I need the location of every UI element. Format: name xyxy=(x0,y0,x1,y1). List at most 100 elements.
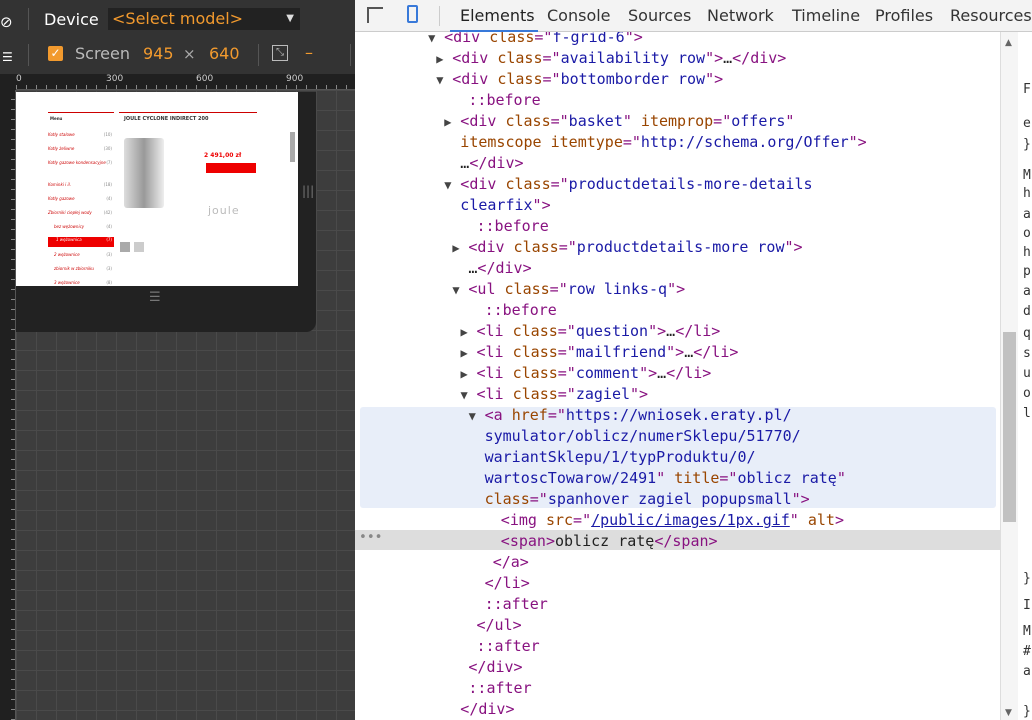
menu-item[interactable]: (30) Kotły żeliwne xyxy=(48,146,114,156)
more-icon[interactable]: ••• xyxy=(359,530,382,545)
tab-console[interactable]: Console xyxy=(547,6,611,25)
menu-item[interactable]: (3) 2 wężownice xyxy=(54,252,114,262)
ruler-tick: 0 xyxy=(16,74,22,84)
dom-node-line[interactable]: ▼ <li class="zagiel"> xyxy=(461,384,649,405)
dom-token: itemprop xyxy=(640,112,714,130)
ruler-tick: 600 xyxy=(196,74,214,84)
resize-handle-icon[interactable]: ☰ xyxy=(149,290,161,305)
dom-node-line[interactable]: </div> xyxy=(468,657,522,678)
dom-node-line[interactable]: ::after xyxy=(485,594,548,615)
dom-node-line[interactable]: itemscope itemtype="http://schema.org/Of… xyxy=(460,132,866,153)
dom-node-line[interactable]: ::before xyxy=(477,216,549,237)
dom-node-line[interactable]: ▶ <li class="mailfriend">…</li> xyxy=(461,342,739,363)
collapsed-triangle-icon[interactable]: ▶ xyxy=(461,364,477,385)
model-select[interactable]: <Select model> ▼ xyxy=(108,8,300,30)
dom-node-line[interactable]: wariantSklepu/1/typProduktu/0/ xyxy=(485,447,756,468)
menu-item[interactable]: (3) zbiornik w zbiorniku xyxy=(54,266,114,276)
tab-resources[interactable]: Resources xyxy=(950,6,1032,25)
dom-tree[interactable]: ••• ▼ <div class="f-grid-6"> ▶ <div class="… xyxy=(355,32,1000,720)
dom-node-line[interactable]: ::before xyxy=(485,300,557,321)
screen-height[interactable]: 640 xyxy=(209,44,240,63)
dom-token: … xyxy=(723,49,733,67)
dom-node-line[interactable]: ▼ <a href="https://wniosek.eraty.pl/ xyxy=(469,405,792,426)
menu-item-active[interactable]: (7) 1 wężownica xyxy=(48,237,114,247)
dom-node-line[interactable]: ▼ <ul class="row links-q"> xyxy=(452,279,685,300)
expand-triangle-icon[interactable]: ▼ xyxy=(428,32,444,49)
no-emulation-icon[interactable]: ⊘ xyxy=(0,13,18,31)
collapsed-triangle-icon[interactable]: ▶ xyxy=(452,238,468,259)
dom-token: <a xyxy=(484,406,512,424)
scrollbar[interactable] xyxy=(290,132,295,162)
collapsed-triangle-icon[interactable]: ▶ xyxy=(461,343,477,364)
inspect-icon[interactable] xyxy=(367,7,383,23)
menu-item[interactable]: (8) 3 wężownice xyxy=(54,280,114,286)
collapsed-triangle-icon[interactable]: ▶ xyxy=(444,112,460,133)
dom-node-line[interactable]: ::after xyxy=(477,636,540,657)
thumb-image[interactable] xyxy=(120,242,130,252)
dom-node-line[interactable]: </li> xyxy=(485,573,530,594)
device-screen[interactable]: Menu JOULE CYCLONE INDIRECT 200 (10) Kotł… xyxy=(16,92,298,286)
menu-item[interactable]: (4) bez wężownicy xyxy=(54,224,114,234)
expand-triangle-icon[interactable]: ▼ xyxy=(444,175,460,196)
dom-node-line[interactable]: ▼ <div class="f-grid-6"> xyxy=(428,32,643,48)
dom-node-line[interactable]: <img src="/public/images/1px.gif" alt> xyxy=(501,510,844,531)
dom-node-line[interactable]: <span>oblicz ratę</span> xyxy=(501,531,718,552)
dom-node-line[interactable]: ▶ <div class="basket" itemprop="offers" xyxy=(444,111,794,132)
dom-node-line[interactable]: ::after xyxy=(468,678,531,699)
dom-token[interactable]: /public/images/1px.gif xyxy=(591,511,790,529)
menu-item[interactable]: (4) Kotły gazowe xyxy=(48,196,114,206)
tab-profiles[interactable]: Profiles xyxy=(875,6,933,25)
styles-pane-char: p xyxy=(1023,264,1031,279)
dom-node-line[interactable]: wartoscTowarow/2491" title="oblicz ratę" xyxy=(485,468,846,489)
dom-node-line[interactable]: ▶ <div class="productdetails-more row"> xyxy=(452,237,802,258)
screen-width[interactable]: 945 xyxy=(143,44,174,63)
menu-item[interactable]: (10) Kotły stalowe xyxy=(48,132,114,142)
tab-network[interactable]: Network xyxy=(707,6,774,25)
product-image[interactable] xyxy=(124,138,164,208)
expand-triangle-icon[interactable]: ▼ xyxy=(436,70,452,91)
dom-node-line[interactable]: class="spanhover zagiel popupsmall"> xyxy=(485,489,810,510)
dom-node-line[interactable]: </div> xyxy=(460,699,514,720)
dom-node-line[interactable]: ▶ <li class="comment">…</li> xyxy=(461,363,712,384)
dom-token: =" xyxy=(542,49,561,67)
styles-pane-char: } xyxy=(1023,704,1031,719)
dom-node-line[interactable]: clearfix"> xyxy=(460,195,550,216)
media-query-icon[interactable]: ☰ xyxy=(2,48,20,66)
menu-item[interactable]: (7) Kotły gazowe kondensacyjne xyxy=(48,160,114,170)
expand-triangle-icon[interactable]: ▼ xyxy=(452,280,468,301)
dom-node-line[interactable]: ▼ <div class="productdetails-more-details xyxy=(444,174,812,195)
scrollbar-thumb[interactable] xyxy=(1003,332,1016,522)
thumb-image[interactable] xyxy=(134,242,144,252)
dom-token: <li xyxy=(476,364,513,382)
scroll-down-icon[interactable]: ▼ xyxy=(1005,708,1012,718)
device-mode-icon[interactable] xyxy=(407,5,418,23)
tab-elements[interactable]: Elements xyxy=(460,6,535,25)
expand-triangle-icon[interactable]: ▼ xyxy=(461,385,477,406)
fit-icon[interactable]: ⤡ xyxy=(272,45,288,61)
dom-node-line[interactable]: </a> xyxy=(493,552,529,573)
dom-scrollbar[interactable]: ▲ ▼ xyxy=(1000,32,1018,720)
add-to-cart-button[interactable] xyxy=(206,163,256,173)
side-handle-icon[interactable]: ||| xyxy=(302,184,314,198)
dom-node-line[interactable]: …</div> xyxy=(460,153,523,174)
menu-item[interactable]: (18) Kominki i il. xyxy=(48,182,114,192)
dom-node-line[interactable]: ▼ <div class="bottomborder row"> xyxy=(436,69,723,90)
dom-node-line[interactable]: </ul> xyxy=(477,615,522,636)
collapsed-triangle-icon[interactable]: ▶ xyxy=(436,49,452,70)
tab-sources[interactable]: Sources xyxy=(628,6,691,25)
dom-node-line[interactable]: …</div> xyxy=(468,258,531,279)
menu-item[interactable]: (42) Zbiorniki ciepłej wody xyxy=(48,210,114,220)
dom-node-line[interactable]: ::before xyxy=(468,90,540,111)
expand-triangle-icon[interactable]: ▼ xyxy=(469,406,485,427)
dom-token: </a> xyxy=(492,553,529,571)
dom-token: <ul xyxy=(468,280,505,298)
styles-pane-char: d xyxy=(1023,304,1031,319)
tab-timeline[interactable]: Timeline xyxy=(792,6,860,25)
dom-node-line[interactable]: ▶ <div class="availability row">…</div> xyxy=(436,48,786,69)
screen-checkbox[interactable]: ✓ xyxy=(48,46,63,61)
collapsed-triangle-icon[interactable]: ▶ xyxy=(461,322,477,343)
dom-node-line[interactable]: ▶ <li class="question">…</li> xyxy=(461,321,721,342)
scroll-up-icon[interactable]: ▲ xyxy=(1005,38,1012,48)
dom-node-line[interactable]: symulator/oblicz/numerSklepu/51770/ xyxy=(485,426,801,447)
styles-pane-char: } xyxy=(1023,571,1031,586)
